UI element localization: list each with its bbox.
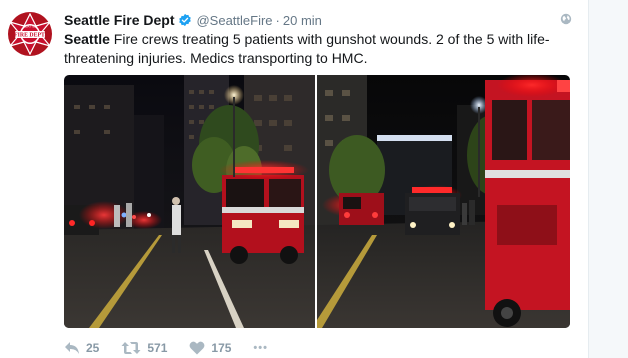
avatar-logo-text: FIRE DEPT. xyxy=(14,33,46,39)
heart-icon xyxy=(189,341,205,355)
globe-icon[interactable] xyxy=(560,13,572,25)
tweet-header: Seattle Fire Dept @SeattleFire · 20 min xyxy=(64,11,322,29)
reply-count: 25 xyxy=(86,341,100,355)
media-photo-right[interactable] xyxy=(317,75,570,328)
retweet-icon xyxy=(121,342,141,354)
retweet-button[interactable]: 571 xyxy=(121,341,167,355)
tweet-timestamp[interactable]: 20 min xyxy=(283,13,322,28)
reply-button[interactable]: 25 xyxy=(64,341,99,355)
more-button[interactable]: ••• xyxy=(253,342,268,354)
right-gutter xyxy=(588,0,628,358)
tweet-card[interactable]: FIRE DEPT. SEATTLE Seattle Fire Dept @Se… xyxy=(0,0,588,358)
user-handle[interactable]: @SeattleFire xyxy=(196,13,272,28)
more-icon: ••• xyxy=(253,342,268,354)
like-button[interactable]: 175 xyxy=(189,341,231,355)
avatar-logo-text-small: SEATTLE xyxy=(23,25,37,29)
tweet-actions: 25 571 175 ••• xyxy=(64,338,290,358)
separator-dot: · xyxy=(275,12,280,28)
verified-badge-icon xyxy=(179,13,192,27)
tweet-text: Seattle Fire crews treating 5 patients w… xyxy=(64,30,574,68)
like-count: 175 xyxy=(211,341,232,355)
media-photo-left[interactable] xyxy=(64,75,315,328)
media-grid xyxy=(64,75,570,328)
retweet-count: 571 xyxy=(147,341,168,355)
tweet-text-body: Fire crews treating 5 patients with guns… xyxy=(64,31,550,66)
avatar[interactable]: FIRE DEPT. SEATTLE xyxy=(6,10,54,58)
tweet-text-lead: Seattle xyxy=(64,31,110,47)
reply-icon xyxy=(65,342,79,354)
display-name[interactable]: Seattle Fire Dept xyxy=(64,12,174,28)
